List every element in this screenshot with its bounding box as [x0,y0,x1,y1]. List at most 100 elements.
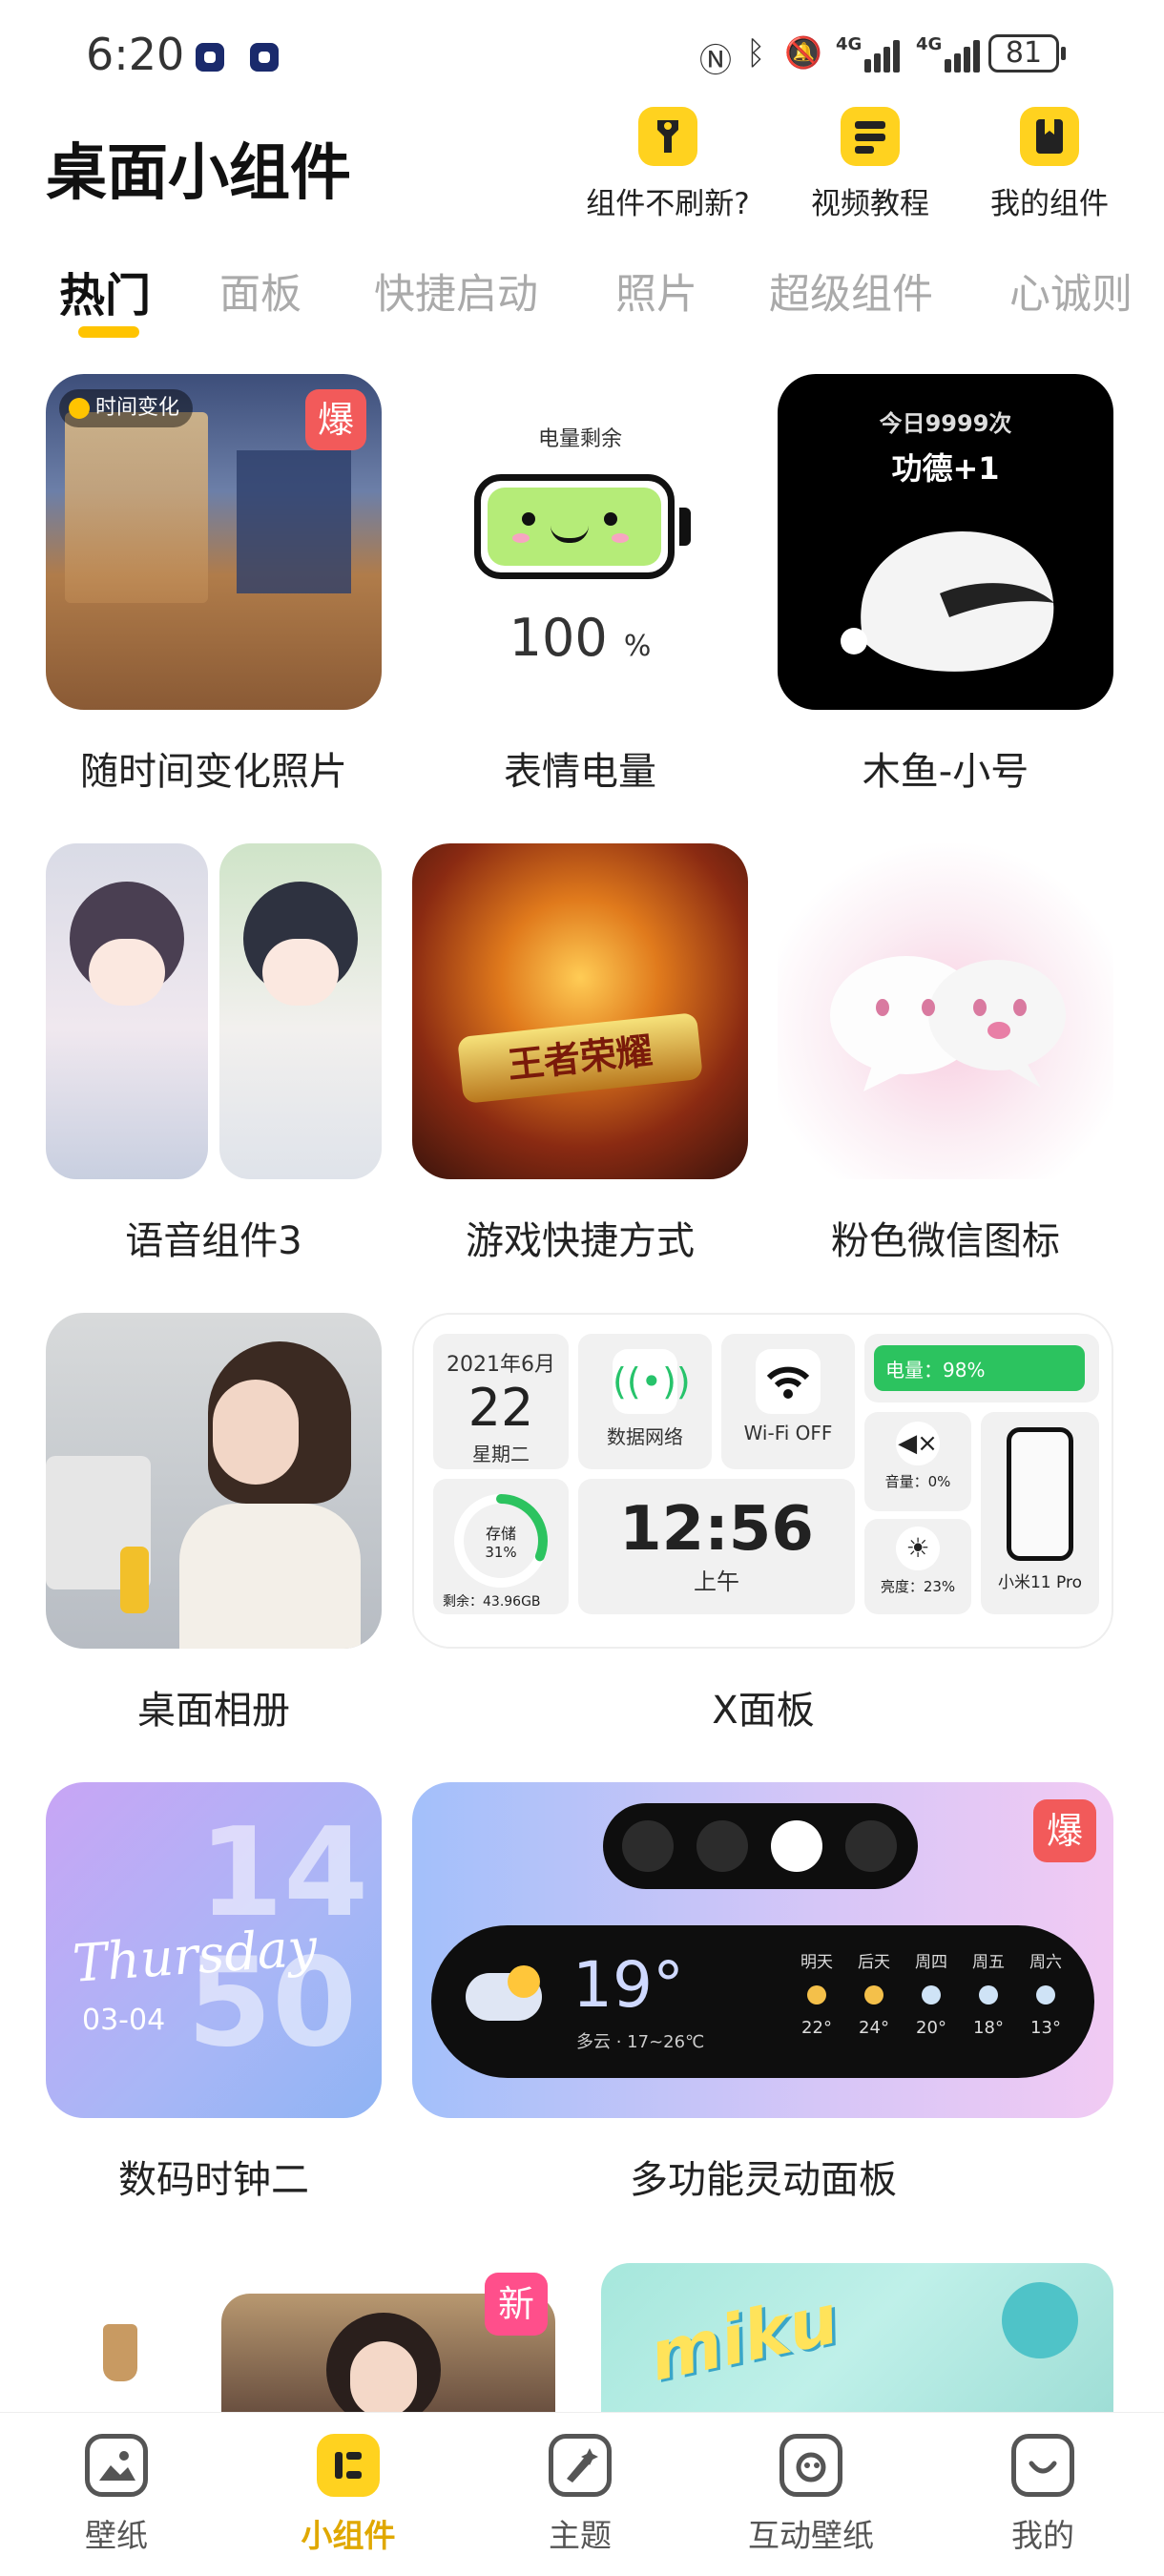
forecast-weather-icon [922,1985,941,2005]
clock-date: 03-04 [82,2004,166,2037]
profile-icon [1011,2434,1074,2497]
sun-icon [69,398,90,419]
my-widgets-button[interactable]: 我的组件 [959,107,1140,231]
widget-caption: 木鱼-小号 [862,750,1029,794]
current-temperature: 19° [572,1948,684,2022]
brightness-label: 亮度：23% [880,1578,956,1595]
action-label: 视频教程 [811,187,929,221]
brightness-tile[interactable]: ☀ 亮度：23% [864,1519,971,1614]
signal-strength-icon: 4G [836,34,903,73]
widget-card-pink-wechat[interactable] [778,843,1113,1179]
forecast-weather-icon [1036,1985,1055,2005]
brightness-icon: ☀ [896,1527,940,1570]
wrench-icon [638,107,697,166]
date-line: 2021年6月 [447,1353,555,1377]
power-tile: 电量：98% [864,1334,1099,1402]
forecast-day-label: 周四 [915,1953,947,1972]
nav-profile[interactable]: 我的 [957,2434,1129,2556]
widget-not-refreshing-button[interactable]: 组件不刷新? [577,107,759,231]
hot-badge: 爆 [1033,1799,1096,1862]
time-change-tag: 时间变化 [59,389,194,427]
nav-label: 壁纸 [85,2517,148,2554]
bottom-navigation: 壁纸 小组件 主题 互动壁纸 我的 [0,2412,1164,2576]
sun-weather-icon [508,1965,540,1998]
active-tab-indicator [78,326,139,338]
status-time: 6:20 [86,29,185,80]
forecast-day-label: 后天 [858,1953,890,1972]
widget-card-miku[interactable]: miku [601,2263,1113,2412]
status-bar: 6:20 Ⓝ ᛒ 🔕 4G 4G 81 [0,0,1164,105]
video-guide-button[interactable]: 视频教程 [779,107,961,231]
tab-sincere[interactable]: 心诚则 [1009,261,1164,321]
merit-text: 功德+1 [891,450,1000,487]
wifi-tile[interactable]: Wi-Fi OFF [721,1334,855,1469]
tab-panel[interactable]: 面板 [219,261,301,321]
widget-card-digital-clock[interactable]: 14 50 Thursday 03-04 [46,1782,382,2118]
forecast-list: 明天 22° 后天 24° 周四 20° 周五 18° 周六 13° [790,1948,1076,2063]
widget-card-x-panel[interactable]: 2021年6月 22 星期二 ((•)) 数据网络 Wi-Fi OFF 电量：9… [412,1313,1113,1649]
calendar-icon[interactable] [845,1820,897,1872]
tab-quick-launch[interactable]: 快捷启动 [374,261,538,321]
widget-caption: 粉色微信图标 [831,1219,1060,1263]
widget-icon [317,2434,380,2497]
widget-caption: 表情电量 [504,750,656,794]
network-type: 4G [916,34,943,54]
weather-mode-icon[interactable] [771,1820,822,1872]
mute-icon: 🔕 [784,34,822,71]
widget-card-desktop-album[interactable] [46,1313,382,1649]
forecast-day: 明天 22° [790,1948,843,2038]
avatar-icon[interactable] [622,1820,674,1872]
battery-indicator: 81 [988,34,1066,73]
forecast-day: 周五 18° [962,1948,1015,2038]
forecast-day: 后天 24° [847,1948,901,2038]
signal-strength-icon: 4G [916,34,983,73]
tab-super-widget[interactable]: 超级组件 [769,261,933,321]
nav-widgets[interactable]: 小组件 [262,2434,434,2556]
sneaker-icon[interactable] [696,1820,748,1872]
video-guide-icon [841,107,900,166]
hot-badge: 爆 [305,389,366,450]
nav-wallpaper[interactable]: 壁纸 [31,2434,202,2556]
mobile-data-tile[interactable]: ((•)) 数据网络 [578,1334,712,1469]
volume-label: 音量：0% [884,1473,951,1490]
tab-photos[interactable]: 照片 [615,261,697,321]
anime-girl-photo [219,843,382,1179]
widget-caption: 桌面相册 [137,1689,290,1733]
action-label: 组件不刷新? [586,187,750,221]
forecast-weather-icon [864,1985,883,2005]
widget-card-voice[interactable] [46,843,382,1179]
nav-label: 主题 [549,2517,612,2554]
forecast-weather-icon [807,1985,826,2005]
forecast-day-label: 周六 [1029,1953,1062,1972]
tab-hot[interactable]: 热门 [59,258,151,324]
phone-icon [1007,1427,1073,1561]
interactive-wallpaper-icon [779,2434,842,2497]
forecast-day: 周四 20° [904,1948,958,2038]
widget-card-emoji-battery[interactable]: 电量剩余 100 % [412,374,748,710]
nav-theme[interactable]: 主题 [494,2434,666,2556]
nav-label: 我的 [1011,2517,1074,2554]
nav-interactive-wallpaper[interactable]: 互动壁纸 [725,2434,897,2556]
widget-card-wooden-fish[interactable]: 今日9999次 功德+1 [778,374,1113,710]
widget-caption: 游戏快捷方式 [466,1219,695,1263]
volume-tile[interactable]: ◀× 音量：0% [864,1412,971,1511]
widget-card-time-photo[interactable]: 时间变化 爆 [46,374,382,710]
knock-count: 今日9999次 [879,410,1012,437]
battery-graphic [474,474,675,579]
widget-card-game-shortcut[interactable]: 王者荣耀 [412,843,748,1179]
notification-app-icon [196,43,224,72]
wallpaper-icon [85,2434,148,2497]
forecast-day-label: 周五 [972,1953,1005,1972]
clock-ampm: 上午 [694,1568,739,1595]
widget-caption: 随时间变化照片 [80,750,347,794]
storage-label: 存储 [485,1525,516,1543]
network-type: 4G [836,34,863,54]
drink-cup [120,1547,149,1613]
forecast-day-label: 明天 [800,1953,833,1972]
battery-heading: 电量剩余 [537,427,622,451]
wooden-fish-icon [841,530,1054,672]
wifi-icon [756,1349,821,1414]
battery-tip [679,508,691,546]
portrait-face [213,1380,299,1485]
widget-card-dynamic-panel[interactable]: 爆 19° 多云 · 17~26℃ 明天 22° 后天 24° 周四 20° 周五 18° 周六… [412,1782,1113,2118]
